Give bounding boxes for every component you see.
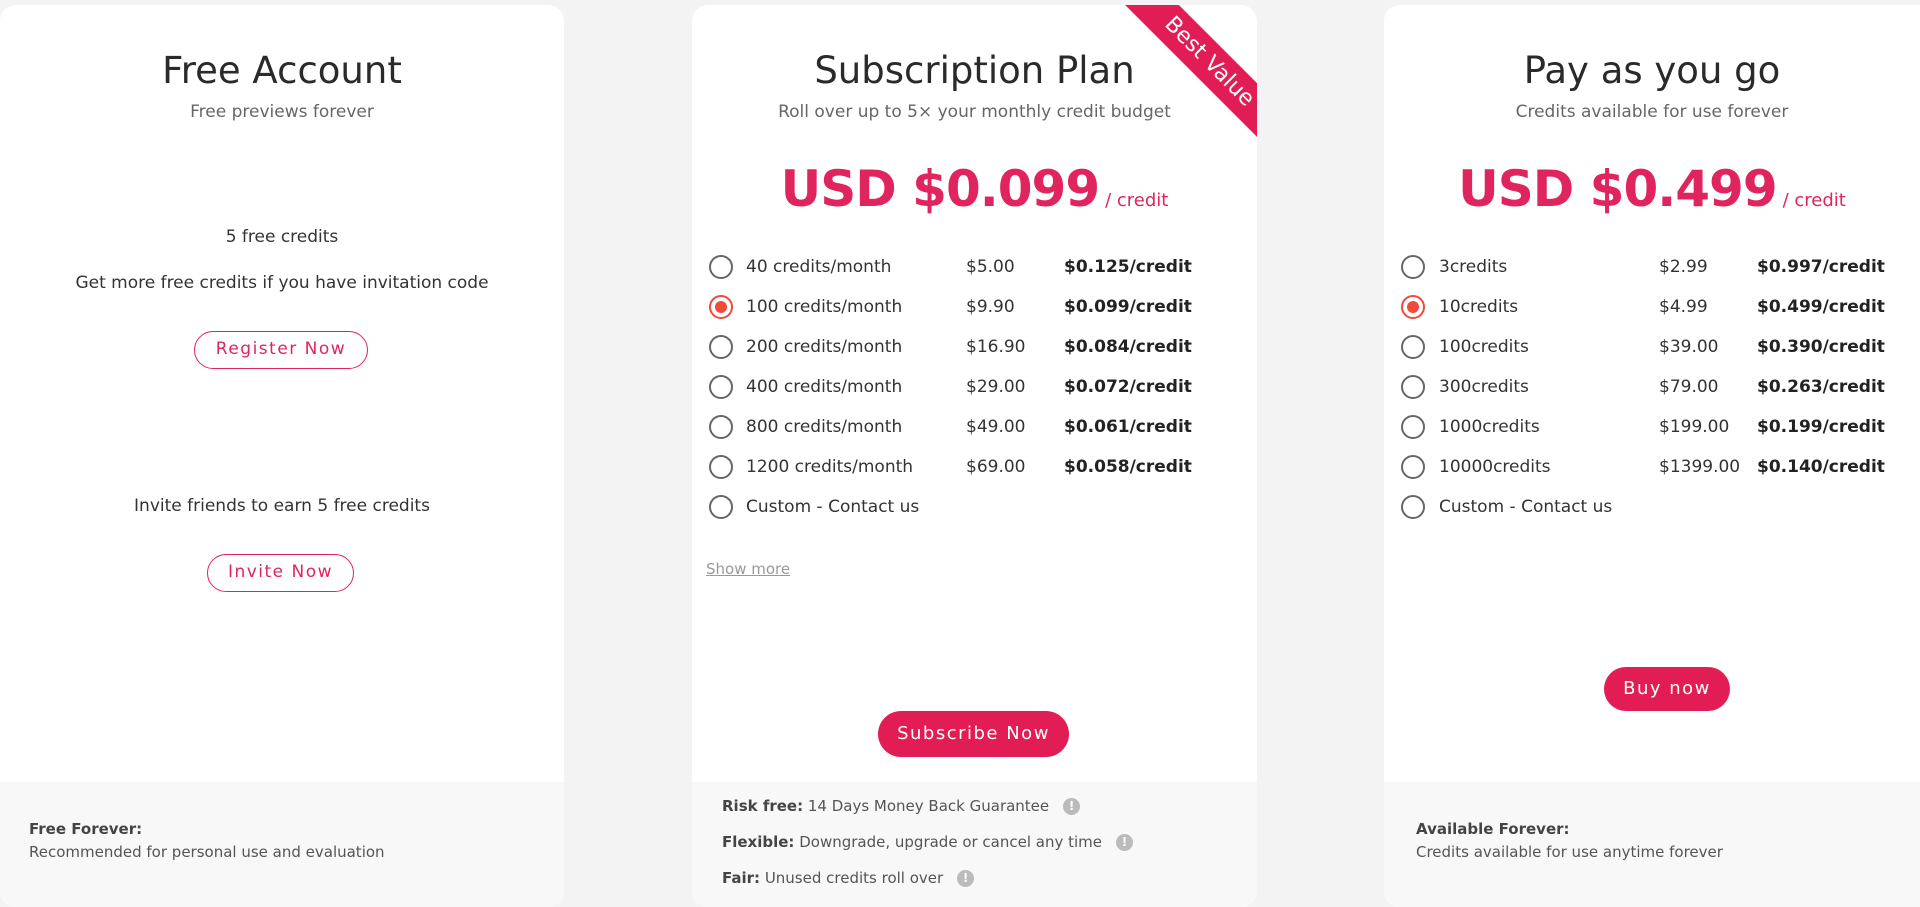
feature-item: Risk free: 14 Days Money Back Guarantee! [722, 797, 1081, 815]
radio-button[interactable] [1401, 415, 1425, 439]
plan-option[interactable]: 10credits $4.99 $0.499/credit [1384, 287, 1920, 327]
info-icon[interactable]: ! [1063, 798, 1081, 815]
feature-item: Fair: Unused credits roll over! [722, 869, 975, 887]
footer-text: Recommended for personal use and evaluat… [29, 843, 385, 861]
card-footer: Free Forever: Recommended for personal u… [0, 782, 564, 907]
plan-option[interactable]: 100credits $39.00 $0.390/credit [1384, 327, 1920, 367]
plan-option[interactable]: 400 credits/month $29.00 $0.072/credit [692, 367, 1257, 407]
free-account-card: Free Account Free previews forever 5 fre… [0, 5, 564, 907]
radio-button[interactable] [1401, 495, 1425, 519]
option-label: 800 credits/month [746, 417, 903, 437]
option-price: $1399.00 [1659, 457, 1741, 477]
info-icon[interactable]: ! [1116, 834, 1134, 851]
invite-friends-text: Invite friends to earn 5 free credits [134, 496, 430, 516]
footer-title: Available Forever: [1416, 820, 1570, 838]
option-per-credit: $0.084/credit [1064, 337, 1192, 357]
plan-option[interactable]: 1200 credits/month $69.00 $0.058/credit [692, 447, 1257, 487]
subscribe-now-button[interactable]: Subscribe Now [878, 711, 1069, 757]
feature-item: Flexible: Downgrade, upgrade or cancel a… [722, 833, 1134, 851]
option-per-credit: $0.997/credit [1757, 257, 1885, 277]
plan-option[interactable]: 100 credits/month $9.90 $0.099/credit [692, 287, 1257, 327]
option-per-credit: $0.061/credit [1064, 417, 1192, 437]
footer-title: Free Forever: [29, 820, 143, 838]
option-price: $199.00 [1659, 417, 1730, 437]
invitation-code-text: Get more free credits if you have invita… [75, 273, 489, 293]
radio-button[interactable] [709, 335, 733, 359]
info-icon[interactable]: ! [957, 870, 975, 887]
radio-button[interactable] [1401, 335, 1425, 359]
buy-now-button[interactable]: Buy now [1604, 667, 1730, 711]
option-label: 1000credits [1439, 417, 1540, 437]
option-price: $2.99 [1659, 257, 1708, 277]
plan-option[interactable]: Custom - Contact us [1384, 487, 1920, 527]
option-per-credit: $0.072/credit [1064, 377, 1192, 397]
option-label: 40 credits/month [746, 257, 892, 277]
free-credits-text: 5 free credits [225, 227, 339, 247]
register-now-button[interactable]: Register Now [194, 331, 368, 369]
plan-option[interactable]: 40 credits/month $5.00 $0.125/credit [692, 247, 1257, 287]
radio-button[interactable] [1401, 255, 1425, 279]
option-per-credit: $0.058/credit [1064, 457, 1192, 477]
option-per-credit: $0.125/credit [1064, 257, 1192, 277]
option-per-credit: $0.199/credit [1757, 417, 1885, 437]
option-label: 1200 credits/month [746, 457, 914, 477]
option-per-credit: $0.263/credit [1757, 377, 1885, 397]
option-price: $5.00 [966, 257, 1015, 277]
option-price: $9.90 [966, 297, 1015, 317]
option-price: $39.00 [1659, 337, 1719, 357]
option-label: 10credits [1439, 297, 1519, 317]
card-footer: Risk free: 14 Days Money Back Guarantee!… [692, 782, 1257, 907]
plan-option[interactable]: Custom - Contact us [692, 487, 1257, 527]
option-label: 100 credits/month [746, 297, 903, 317]
pay-as-you-go-card: Pay as you go Credits available for use … [1384, 5, 1920, 907]
plan-option[interactable]: 200 credits/month $16.90 $0.084/credit [692, 327, 1257, 367]
card-subtitle: Roll over up to 5× your monthly credit b… [778, 102, 1171, 122]
radio-button[interactable] [709, 455, 733, 479]
radio-button[interactable] [709, 415, 733, 439]
radio-button[interactable] [709, 375, 733, 399]
plan-option[interactable]: 800 credits/month $49.00 $0.061/credit [692, 407, 1257, 447]
option-per-credit: $0.499/credit [1757, 297, 1885, 317]
option-price: $79.00 [1659, 377, 1719, 397]
radio-button[interactable] [709, 255, 733, 279]
invite-now-button[interactable]: Invite Now [207, 554, 354, 592]
radio-button[interactable] [1401, 455, 1425, 479]
option-price: $69.00 [966, 457, 1026, 477]
option-label: 100credits [1439, 337, 1529, 357]
card-footer: Available Forever: Credits available for… [1384, 782, 1920, 907]
option-label: Custom - Contact us [1439, 497, 1613, 517]
plan-option[interactable]: 1000credits $199.00 $0.199/credit [1384, 407, 1920, 447]
option-label: Custom - Contact us [746, 497, 920, 517]
option-label: 300credits [1439, 377, 1529, 397]
option-price: $16.90 [966, 337, 1026, 357]
card-title: Free Account [162, 49, 402, 92]
option-label: 200 credits/month [746, 337, 903, 357]
card-subtitle: Credits available for use forever [1515, 102, 1789, 122]
option-per-credit: $0.099/credit [1064, 297, 1192, 317]
price-display: USD $0.099/ credit [780, 160, 1169, 218]
radio-button[interactable] [1401, 295, 1425, 319]
plan-option[interactable]: 10000credits $1399.00 $0.140/credit [1384, 447, 1920, 487]
footer-text: Credits available for use anytime foreve… [1416, 843, 1723, 861]
option-label: 400 credits/month [746, 377, 903, 397]
option-per-credit: $0.140/credit [1757, 457, 1885, 477]
plan-option[interactable]: 300credits $79.00 $0.263/credit [1384, 367, 1920, 407]
radio-button[interactable] [709, 295, 733, 319]
option-label: 3credits [1439, 257, 1508, 277]
subscription-plan-card: Best Value Subscription Plan Roll over u… [692, 5, 1257, 907]
show-more-link[interactable]: Show more [706, 560, 790, 578]
option-price: $49.00 [966, 417, 1026, 437]
option-price: $4.99 [1659, 297, 1708, 317]
option-per-credit: $0.390/credit [1757, 337, 1885, 357]
plan-option[interactable]: 3credits $2.99 $0.997/credit [1384, 247, 1920, 287]
card-title: Subscription Plan [814, 49, 1135, 92]
price-display: USD $0.499/ credit [1458, 160, 1846, 218]
option-price: $29.00 [966, 377, 1026, 397]
radio-button[interactable] [709, 495, 733, 519]
card-title: Pay as you go [1523, 49, 1781, 92]
option-label: 10000credits [1439, 457, 1551, 477]
radio-button[interactable] [1401, 375, 1425, 399]
card-subtitle: Free previews forever [190, 102, 374, 122]
